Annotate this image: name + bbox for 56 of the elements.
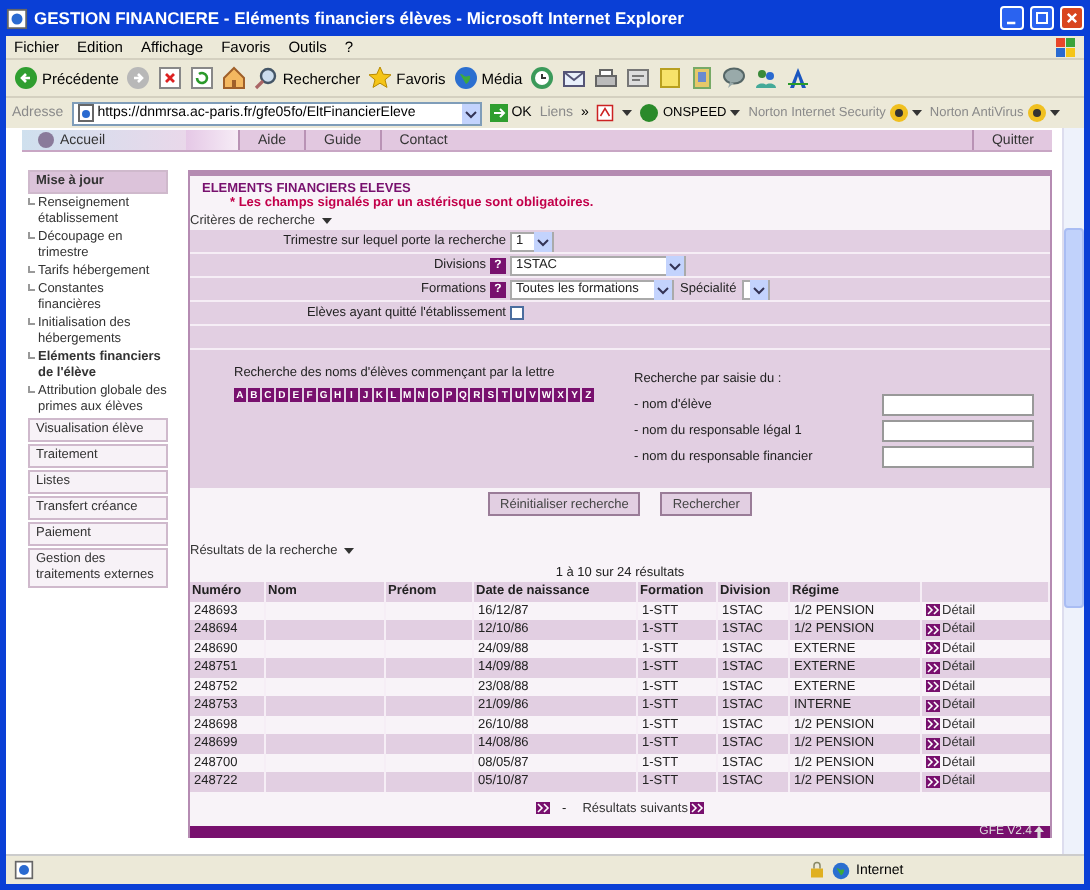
caret-icon (730, 110, 741, 116)
caret-icon (622, 110, 633, 116)
caret-icon (343, 548, 354, 554)
font-icon[interactable] (786, 66, 811, 90)
double-chevron-icon (689, 802, 704, 814)
input-field[interactable] (882, 393, 1034, 415)
input-field[interactable] (882, 419, 1034, 441)
search-icon (254, 66, 279, 90)
circle-icon (640, 104, 659, 122)
maximize-button[interactable] (1030, 6, 1054, 30)
up-arrow-icon (1034, 825, 1044, 837)
double-chevron-icon (536, 802, 551, 814)
speech-bubble-icon[interactable] (722, 66, 747, 90)
double-chevron-icon (926, 699, 940, 712)
lock-icon (808, 860, 826, 880)
scroll-bar[interactable] (1062, 128, 1084, 854)
book-icon[interactable] (690, 66, 715, 90)
caret-icon (1049, 110, 1060, 116)
browser-icon (6, 7, 28, 29)
home-icon[interactable] (222, 66, 247, 90)
double-chevron-icon (926, 623, 940, 636)
window-title: GESTION FINANCIERE - Eléments financiers élèves - Microsoft Internet Explorer (34, 8, 686, 28)
select-field[interactable] (742, 279, 771, 299)
close-button[interactable] (1060, 6, 1084, 30)
pdf-icon (596, 104, 615, 122)
branch-icon (28, 352, 36, 362)
windows-logo-icon (1056, 37, 1076, 57)
input-field[interactable] (882, 445, 1034, 467)
double-chevron-icon (926, 737, 940, 750)
caret-icon (321, 218, 331, 224)
double-chevron-icon (926, 775, 940, 788)
globe-icon (832, 861, 850, 879)
stop-icon[interactable] (158, 66, 183, 90)
branch-icon (28, 386, 36, 396)
star-icon (368, 66, 393, 90)
circle-icon (38, 132, 54, 148)
page-icon (77, 104, 94, 122)
branch-icon (28, 198, 36, 208)
branch-icon (28, 318, 36, 328)
document-icon[interactable] (626, 66, 651, 90)
circle-icon (889, 104, 908, 122)
globe-icon (453, 66, 478, 90)
arrow-right-icon (489, 104, 508, 122)
refresh-icon[interactable] (190, 66, 215, 90)
circle-icon (1027, 104, 1046, 122)
people-icon[interactable] (754, 66, 779, 90)
branch-icon (28, 232, 36, 242)
clock-icon[interactable] (530, 66, 555, 90)
back-icon (14, 66, 38, 90)
double-chevron-icon (926, 661, 940, 674)
checkbox[interactable] (510, 306, 524, 320)
printer-icon[interactable] (594, 66, 619, 90)
page-icon (14, 860, 34, 880)
mail-icon[interactable] (562, 66, 587, 90)
caret-icon (911, 110, 922, 116)
minimize-button[interactable] (1000, 6, 1024, 30)
